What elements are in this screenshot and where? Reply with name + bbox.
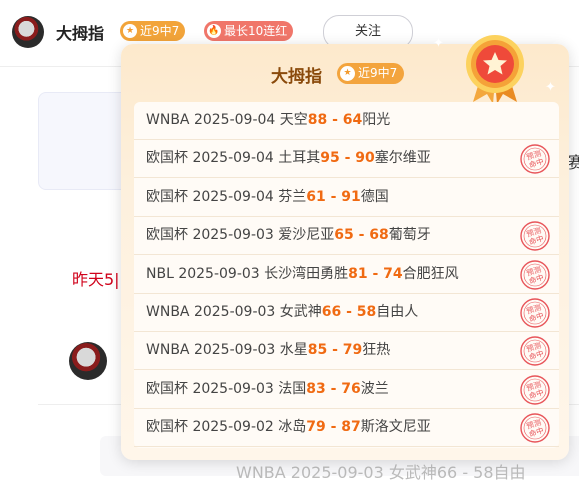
league-date: WNBA 2025-09-03 bbox=[146, 304, 280, 320]
prediction-row-text: 欧国杯 2025-09-04 芬兰61 - 91德国 bbox=[146, 179, 389, 216]
home-team: 长沙湾田勇胜 bbox=[264, 265, 349, 282]
post-avatar[interactable] bbox=[69, 342, 107, 380]
league-date: 欧国杯 2025-09-04 bbox=[146, 188, 279, 205]
sparkle-icon: ✦ bbox=[433, 36, 444, 51]
user-avatar[interactable] bbox=[12, 16, 44, 48]
away-team: 塞尔维亚 bbox=[374, 150, 431, 167]
prediction-row[interactable]: 欧国杯 2025-09-03 爱沙尼亚65 - 68葡萄牙 预测 命中 bbox=[134, 217, 559, 256]
popup-streak-tag: ★ 近9中7 bbox=[337, 63, 405, 84]
popup-streak-label: 近9中7 bbox=[358, 66, 398, 80]
prediction-hit-stamp-icon: 预测命中 bbox=[520, 221, 550, 251]
prediction-hit-stamp-icon: 预测命中 bbox=[520, 413, 550, 443]
away-team: 狂热 bbox=[362, 342, 391, 359]
score: 83 - 76 bbox=[306, 380, 361, 397]
league-date: WNBA 2025-09-03 bbox=[146, 342, 280, 359]
home-team: 芬兰 bbox=[278, 188, 307, 205]
score: 85 - 79 bbox=[307, 342, 363, 359]
prediction-hit-stamp-icon: 预测命中 bbox=[520, 259, 550, 290]
league-date: 欧国杯 2025-09-03 bbox=[146, 227, 279, 244]
prediction-row[interactable]: WNBA 2025-09-03 女武神66 - 58自由人 预测 命中 bbox=[134, 294, 559, 332]
star-icon: ★ bbox=[340, 66, 355, 81]
away-team: 波兰 bbox=[360, 380, 389, 397]
prediction-hit-stamp-icon: 预测命中 bbox=[520, 375, 550, 405]
username[interactable]: 大拇指 bbox=[56, 20, 104, 44]
prediction-hit-stamp-icon: 预测命中 bbox=[520, 336, 550, 367]
league-date: WNBA 2025-09-04 bbox=[146, 112, 280, 128]
best-streak-badge: 🔥 最长10连红 bbox=[204, 21, 294, 41]
score: 81 - 74 bbox=[348, 265, 403, 282]
prediction-row-text: 欧国杯 2025-09-02 冰岛79 - 87斯洛文尼亚 bbox=[146, 409, 431, 446]
streak-badge-label: 近9中7 bbox=[140, 24, 180, 38]
prediction-row[interactable]: NBL 2025-09-03 长沙湾田勇胜81 - 74合肥狂风 预测 命中 bbox=[134, 256, 559, 294]
score: 88 - 64 bbox=[307, 112, 363, 128]
away-team: 德国 bbox=[360, 188, 389, 205]
truncated-text: 赛 bbox=[568, 153, 579, 172]
home-team: 女武神 bbox=[279, 304, 322, 320]
prediction-row-text: WNBA 2025-09-04 天空88 - 64阳光 bbox=[146, 102, 390, 139]
league-date: 欧国杯 2025-09-02 bbox=[146, 419, 279, 436]
streak-badge[interactable]: ★ 近9中7 bbox=[120, 21, 186, 41]
home-team: 水星 bbox=[279, 342, 308, 359]
quoted-pick-text: WNBA 2025-09-03 女武神66 - 58自由 bbox=[236, 463, 526, 482]
prediction-row-text: 欧国杯 2025-09-04 土耳其95 - 90塞尔维亚 bbox=[146, 140, 431, 177]
score: 95 - 90 bbox=[320, 150, 375, 167]
prediction-row-text: WNBA 2025-09-03 水星85 - 79狂热 bbox=[146, 332, 390, 369]
home-team: 土耳其 bbox=[278, 150, 321, 167]
prediction-record-popup: ✦ ✦ 大拇指 ★ 近9中7 WNBA 2025-09-04 天空88 - 64… bbox=[121, 35, 569, 460]
home-team: 法国 bbox=[278, 380, 307, 397]
flame-icon: 🔥 bbox=[207, 24, 221, 38]
sparkle-icon: ✦ bbox=[545, 80, 556, 95]
prediction-row-text: 欧国杯 2025-09-03 爱沙尼亚65 - 68葡萄牙 bbox=[146, 217, 431, 254]
prediction-row-text: 欧国杯 2025-09-03 法国83 - 76波兰 bbox=[146, 371, 389, 408]
away-team: 斯洛文尼亚 bbox=[360, 419, 431, 436]
league-date: 欧国杯 2025-09-03 bbox=[146, 380, 279, 397]
home-team: 冰岛 bbox=[278, 419, 307, 436]
away-team: 葡萄牙 bbox=[388, 227, 431, 244]
prediction-row[interactable]: 欧国杯 2025-09-04 芬兰61 - 91德国 bbox=[134, 179, 559, 217]
away-team: 阳光 bbox=[362, 112, 391, 128]
league-date: NBL 2025-09-03 bbox=[146, 265, 265, 282]
league-date: 欧国杯 2025-09-04 bbox=[146, 150, 279, 167]
prediction-row[interactable]: WNBA 2025-09-03 水星85 - 79狂热 预测 命中 bbox=[134, 332, 559, 371]
prediction-hit-stamp-icon: 预测命中 bbox=[520, 298, 550, 328]
prediction-hit-stamp-icon: 预测命中 bbox=[520, 144, 550, 175]
away-team: 合肥狂风 bbox=[402, 265, 459, 282]
score: 66 - 58 bbox=[321, 304, 377, 320]
prediction-row[interactable]: 欧国杯 2025-09-04 土耳其95 - 90塞尔维亚 预测 命中 bbox=[134, 140, 559, 179]
best-streak-label: 最长10连红 bbox=[224, 24, 288, 38]
timestamp-text: 昨天5| bbox=[72, 270, 120, 289]
prediction-row[interactable]: 欧国杯 2025-09-03 法国83 - 76波兰 预测 命中 bbox=[134, 371, 559, 409]
score: 61 - 91 bbox=[306, 188, 361, 205]
home-team: 天空 bbox=[279, 112, 308, 128]
prediction-row-text: NBL 2025-09-03 长沙湾田勇胜81 - 74合肥狂风 bbox=[146, 256, 459, 293]
prediction-row[interactable]: 欧国杯 2025-09-02 冰岛79 - 87斯洛文尼亚 预测 命中 bbox=[134, 409, 559, 448]
score: 79 - 87 bbox=[306, 419, 361, 436]
prediction-row[interactable]: WNBA 2025-09-04 天空88 - 64阳光 bbox=[134, 102, 559, 140]
popup-title: 大拇指 bbox=[271, 67, 322, 87]
prediction-list: WNBA 2025-09-04 天空88 - 64阳光 欧国杯 2025-09-0… bbox=[134, 102, 559, 448]
away-team: 自由人 bbox=[376, 304, 419, 320]
home-team: 爱沙尼亚 bbox=[278, 227, 335, 244]
star-icon: ★ bbox=[123, 24, 137, 38]
prediction-row-text: WNBA 2025-09-03 女武神66 - 58自由人 bbox=[146, 294, 418, 331]
medal-icon bbox=[466, 35, 524, 104]
score: 65 - 68 bbox=[334, 227, 389, 244]
